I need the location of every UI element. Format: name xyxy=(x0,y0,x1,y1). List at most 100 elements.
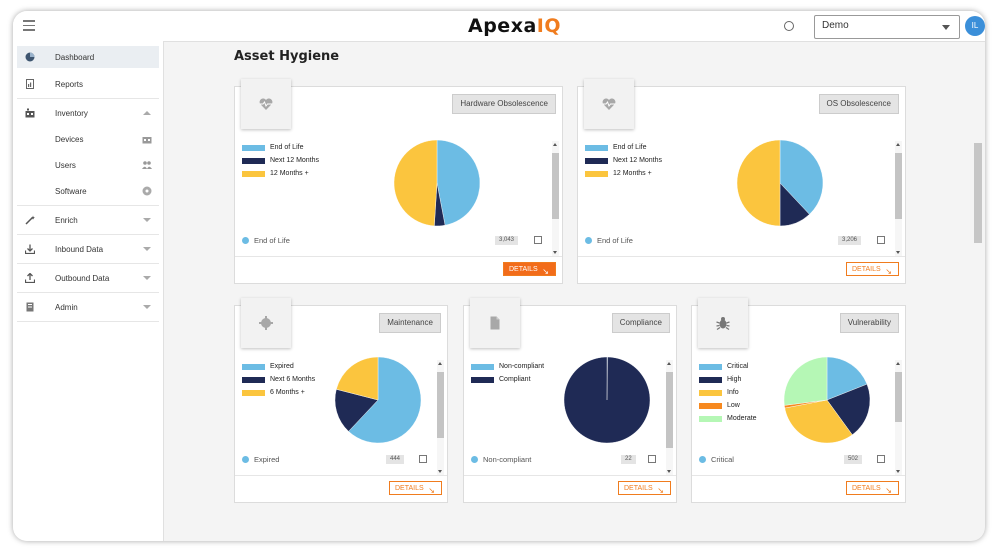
legend-swatch xyxy=(242,364,265,370)
pie-slice[interactable] xyxy=(393,139,438,227)
pie-slice[interactable] xyxy=(436,139,481,226)
sidebar-item-label: Dashboard xyxy=(55,53,95,62)
page-title: Asset Hygiene xyxy=(234,49,340,64)
external-link-icon[interactable] xyxy=(877,236,885,244)
count-badge: 3,043 xyxy=(495,236,519,245)
details-button[interactable]: DETAILS ↘ xyxy=(846,262,899,276)
sidebar-item-label: Devices xyxy=(55,135,84,144)
pie-slice[interactable] xyxy=(563,356,651,444)
bug-icon xyxy=(716,317,730,330)
count-badge: 3,206 xyxy=(838,236,862,245)
sidebar-item-inventory[interactable]: Inventory xyxy=(17,102,159,124)
card-divider xyxy=(578,256,905,257)
sidebar-divider xyxy=(17,98,159,99)
details-button[interactable]: DETAILS ↘ xyxy=(618,481,671,495)
external-link-icon[interactable] xyxy=(877,455,885,463)
pie-chart xyxy=(736,139,824,227)
legend-swatch xyxy=(242,145,265,151)
stat-dot xyxy=(699,456,706,463)
inventory-icon xyxy=(25,108,35,118)
card-icon-box xyxy=(470,298,520,348)
download-icon xyxy=(25,244,35,254)
page-scrollbar[interactable] xyxy=(974,51,982,541)
legend-swatch xyxy=(242,390,265,396)
sidebar-item-outbound-data[interactable]: Outbound Data xyxy=(17,267,159,289)
chevron-up-icon xyxy=(143,111,151,115)
sidebar-item-dashboard[interactable]: Dashboard xyxy=(17,46,159,68)
sidebar-item-label: Admin xyxy=(55,303,78,312)
card-scrollbar[interactable] xyxy=(895,360,902,475)
sidebar-item-admin[interactable]: Admin xyxy=(17,296,159,318)
card-divider xyxy=(235,256,562,257)
sidebar-divider xyxy=(17,292,159,293)
gear-icon xyxy=(259,316,273,330)
sidebar-item-label: Reports xyxy=(55,80,84,89)
avatar[interactable]: IL xyxy=(965,16,985,36)
pie-chart xyxy=(563,356,651,444)
legend-swatch xyxy=(242,158,265,164)
legend-swatch xyxy=(471,377,494,383)
arrow-icon: ↘ xyxy=(428,486,435,495)
legend-swatch xyxy=(585,171,608,177)
heart-pulse-icon xyxy=(259,98,273,110)
card-icon-box xyxy=(698,298,748,348)
menu-icon[interactable] xyxy=(23,20,35,31)
card-scrollbar[interactable] xyxy=(895,141,902,256)
count-badge: 502 xyxy=(844,455,863,464)
legend-swatch xyxy=(699,390,722,396)
legend-swatch xyxy=(242,171,265,177)
card-divider xyxy=(464,475,676,476)
count-badge: 22 xyxy=(621,455,636,464)
chevron-down-icon xyxy=(143,218,151,222)
pie-slice[interactable] xyxy=(783,356,828,406)
headset-icon[interactable] xyxy=(784,21,794,31)
sidebar-divider xyxy=(17,234,159,235)
pie-chart xyxy=(783,356,871,444)
card-title: OS Obsolescence xyxy=(818,94,899,114)
sidebar-item-label: Inbound Data xyxy=(55,245,104,254)
magic-wand-icon xyxy=(25,215,35,225)
sidebar-item-reports[interactable]: Reports xyxy=(17,73,159,95)
external-link-icon[interactable] xyxy=(534,236,542,244)
disc-icon xyxy=(142,186,152,196)
details-button[interactable]: DETAILS ↘ xyxy=(503,262,556,276)
legend-swatch xyxy=(699,403,722,409)
org-select[interactable]: Demo xyxy=(814,15,960,39)
sidebar-divider xyxy=(17,205,159,206)
sidebar-item-label: Software xyxy=(55,187,87,196)
external-link-icon[interactable] xyxy=(648,455,656,463)
card-title: Hardware Obsolescence xyxy=(452,94,556,114)
legend-swatch xyxy=(699,364,722,370)
details-button[interactable]: DETAILS ↘ xyxy=(846,481,899,495)
sidebar-item-enrich[interactable]: Enrich xyxy=(17,209,159,231)
card-divider xyxy=(692,475,905,476)
pie-slice[interactable] xyxy=(736,139,781,227)
legend-swatch xyxy=(585,145,608,151)
sidebar: Dashboard Reports Inventory Devices User… xyxy=(13,41,164,541)
sidebar-item-devices[interactable]: Devices xyxy=(17,128,159,150)
card-scrollbar[interactable] xyxy=(552,141,559,256)
stat-dot xyxy=(242,237,249,244)
legend-swatch xyxy=(242,377,265,383)
sidebar-item-inbound-data[interactable]: Inbound Data xyxy=(17,238,159,260)
hardware-obsolescence-card: Hardware Obsolescence End of Life Next 1… xyxy=(234,79,563,284)
card-title: Compliance xyxy=(611,313,670,333)
chevron-down-icon xyxy=(143,305,151,309)
pie-chart-icon xyxy=(25,52,35,62)
page-scrollbar-thumb[interactable] xyxy=(974,143,982,243)
report-icon xyxy=(26,79,34,89)
arrow-icon: ↘ xyxy=(657,486,664,495)
sidebar-item-software[interactable]: Software xyxy=(17,180,159,202)
sidebar-item-label: Users xyxy=(55,161,76,170)
external-link-icon[interactable] xyxy=(419,455,427,463)
sidebar-item-users[interactable]: Users xyxy=(17,154,159,176)
sidebar-divider xyxy=(17,321,159,322)
card-scrollbar[interactable] xyxy=(666,360,673,475)
card-divider xyxy=(235,475,447,476)
chevron-down-icon xyxy=(143,247,151,251)
document-icon xyxy=(490,316,500,330)
details-button[interactable]: DETAILS ↘ xyxy=(389,481,442,495)
os-obsolescence-card: OS Obsolescence End of Life Next 12 Mont… xyxy=(577,79,906,284)
card-scrollbar[interactable] xyxy=(437,360,444,475)
org-select-value: Demo xyxy=(822,20,849,31)
